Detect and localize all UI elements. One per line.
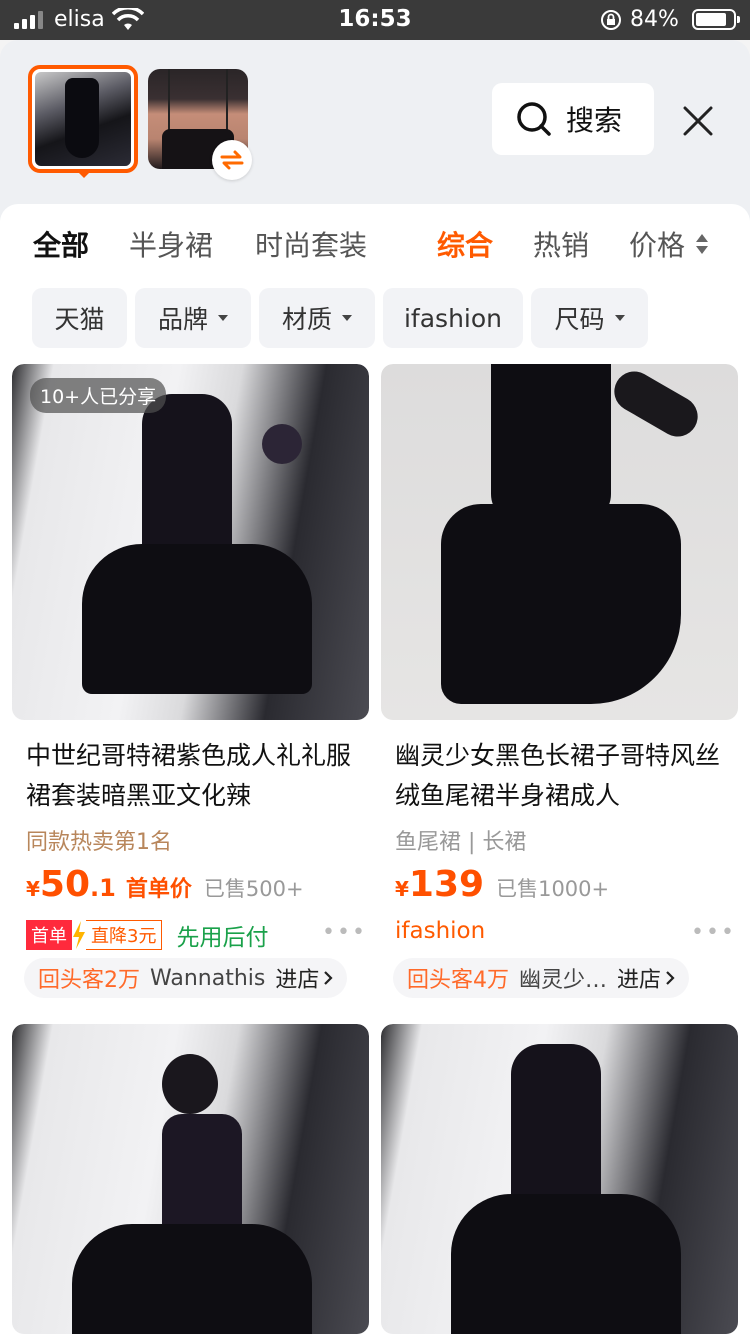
filter-size[interactable]: 尺码 xyxy=(531,288,648,348)
product-image[interactable] xyxy=(12,1024,369,1334)
product-image[interactable]: 10+人已分享 xyxy=(12,364,369,720)
rotation-lock-icon xyxy=(601,10,621,30)
filter-tmall[interactable]: 天猫 xyxy=(32,288,127,348)
filter-label: ifashion xyxy=(403,303,503,333)
tab-all[interactable]: 全部 xyxy=(33,224,89,264)
brand-tag: ifashion xyxy=(395,918,486,944)
shop-name: Wannathis xyxy=(150,965,266,991)
search-button-label: 搜索 xyxy=(566,104,623,137)
filter-label: 品牌 xyxy=(157,305,208,334)
sort-best-selling[interactable]: 热销 xyxy=(533,224,589,264)
price-drop-badge: 直降3元 xyxy=(86,920,163,950)
filter-label: 材质 xyxy=(281,305,332,334)
product-image[interactable] xyxy=(381,364,738,720)
tabs-row: 全部 半身裙 时尚套装 综合 热销 价格 xyxy=(0,224,750,268)
filter-ifashion[interactable]: ifashion xyxy=(383,288,523,348)
sold-count: 已售500+ xyxy=(203,877,304,901)
more-options-icon[interactable]: ••• xyxy=(322,920,367,945)
sort-price[interactable]: 价格 xyxy=(629,224,685,264)
product-image[interactable] xyxy=(381,1024,738,1334)
swap-icon xyxy=(220,150,244,170)
product-title[interactable]: 中世纪哥特裙紫色成人礼礼服裙套装暗黑亚文化辣 xyxy=(26,736,356,816)
currency-symbol: ¥ xyxy=(26,877,40,901)
store-pill[interactable]: 回头客2万 Wannathis 进店 xyxy=(24,958,348,998)
product-card[interactable]: 幽灵少女黑色长裙子哥特风丝绒鱼尾裙半身裙成人 鱼尾裙 | 长裙 ¥ 139 已售… xyxy=(381,364,738,1014)
enter-shop-label: 进店 xyxy=(617,968,662,993)
tab-fashion-set[interactable]: 时尚套装 xyxy=(255,224,367,264)
product-card[interactable]: 10+人已分享 中世纪哥特裙紫色成人礼礼服裙套装暗黑亚文化辣 同款热卖第1名 ¥… xyxy=(12,364,369,1014)
store-pill[interactable]: 回头客4万 幽灵少… 进店 xyxy=(393,958,690,998)
first-order-badge: 首单 xyxy=(26,920,72,950)
price-row: ¥ 50 .1 首单价 已售500+ xyxy=(26,864,304,905)
rank-tag: 同款热卖第1名 xyxy=(26,830,172,855)
filter-label: 尺码 xyxy=(554,305,605,334)
status-bar: elisa 16:53 84% xyxy=(0,0,750,40)
selected-pointer xyxy=(76,170,92,178)
shop-name: 幽灵少… xyxy=(519,968,608,993)
price-integer: 139 xyxy=(408,864,485,905)
product-card[interactable] xyxy=(381,1024,738,1334)
pay-later-tag: 先用后付 xyxy=(176,925,269,951)
chevron-down-icon xyxy=(218,315,228,321)
product-title[interactable]: 幽灵少女黑色长裙子哥特风丝绒鱼尾裙半身裙成人 xyxy=(395,736,725,816)
chevron-right-icon xyxy=(666,971,675,985)
more-options-icon[interactable]: ••• xyxy=(691,920,736,945)
price-tag: 首单价 xyxy=(125,877,192,902)
enter-shop-label: 进店 xyxy=(275,968,320,993)
search-button[interactable]: 搜索 xyxy=(492,83,654,155)
repeat-customers: 回头客2万 xyxy=(38,968,140,993)
price-integer: 50 xyxy=(39,864,91,905)
filter-brand[interactable]: 品牌 xyxy=(135,288,251,348)
promo-badges: 首单 直降3元 先用后付 xyxy=(26,918,268,952)
category-tag: 鱼尾裙 | 长裙 xyxy=(395,830,527,855)
chevron-down-icon xyxy=(342,315,352,321)
swap-image-button[interactable] xyxy=(212,140,252,180)
results-panel: 全部 半身裙 时尚套装 综合 热销 价格 天猫 品牌 材质 ifashion 尺… xyxy=(0,204,750,1334)
chevron-down-icon xyxy=(614,315,625,321)
repeat-customers: 回头客4万 xyxy=(407,968,509,993)
battery-percent: 84% xyxy=(630,7,679,32)
product-card[interactable] xyxy=(12,1024,369,1334)
close-icon xyxy=(683,106,713,136)
image-search-header: 搜索 xyxy=(0,40,750,220)
query-image-thumbnail[interactable] xyxy=(28,65,138,173)
sort-arrows-icon xyxy=(696,234,708,256)
filter-material[interactable]: 材质 xyxy=(259,288,375,348)
battery-icon xyxy=(692,9,740,30)
sort-overall[interactable]: 综合 xyxy=(437,224,493,264)
search-icon xyxy=(517,102,551,136)
close-button[interactable] xyxy=(672,95,724,147)
lightning-icon xyxy=(73,921,85,949)
share-count-tag: 10+人已分享 xyxy=(30,378,167,413)
currency-symbol: ¥ xyxy=(395,877,409,901)
price-decimal: .1 xyxy=(90,874,116,902)
tab-half-skirt[interactable]: 半身裙 xyxy=(129,224,213,264)
price-row: ¥ 139 已售1000+ xyxy=(395,864,609,905)
sold-count: 已售1000+ xyxy=(496,877,610,901)
filter-label: 天猫 xyxy=(54,305,105,334)
chevron-right-icon xyxy=(324,971,333,985)
